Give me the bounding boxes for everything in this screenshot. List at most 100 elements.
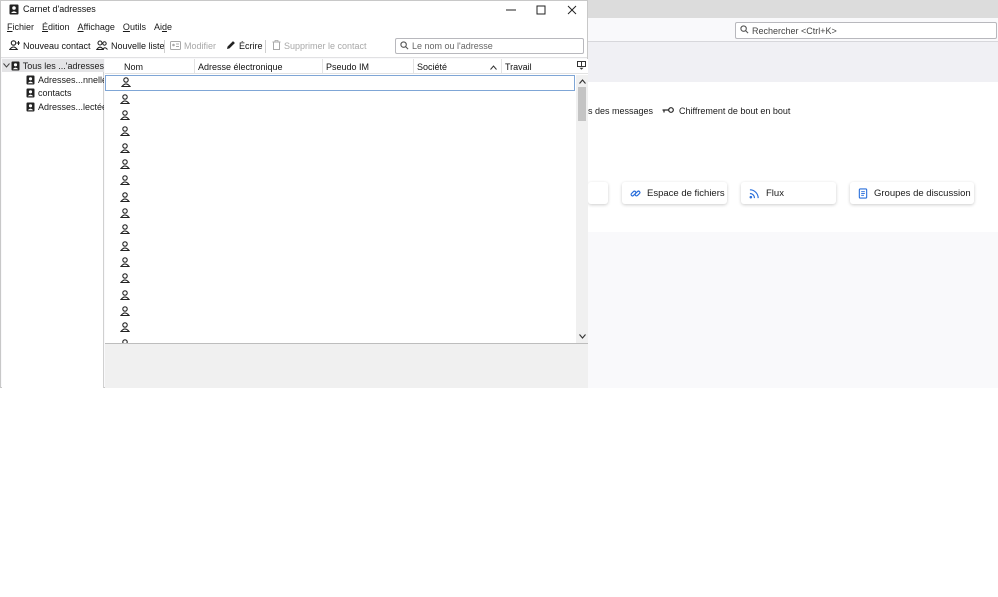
column-name[interactable]: Nom [121, 59, 195, 74]
table-row[interactable] [105, 320, 575, 336]
directory-personal[interactable]: Adresses...nnelles [2, 73, 104, 86]
delete-contact-button[interactable]: Supprimer le contact [272, 39, 367, 53]
chevron-down-icon[interactable] [2, 63, 11, 68]
address-book-icon [26, 75, 35, 85]
pencil-icon [226, 40, 236, 52]
e2e-encryption-label: Chiffrement de bout en bout [679, 106, 791, 116]
column-company-label: Société [417, 61, 448, 72]
table-row[interactable] [105, 124, 575, 140]
close-button[interactable] [557, 1, 587, 19]
contact-icon [119, 273, 131, 285]
contact-icon [119, 306, 131, 318]
partial-card[interactable] [588, 182, 608, 204]
global-search-placeholder: Rechercher <Ctrl+K> [752, 25, 837, 36]
table-row[interactable] [105, 189, 575, 205]
contact-icon [119, 175, 131, 187]
directory-label: Tous les ...'adresses [22, 60, 104, 71]
table-row[interactable] [105, 287, 575, 303]
table-row[interactable] [105, 140, 575, 156]
newsgroups-card[interactable]: Groupes de discussion [850, 182, 974, 204]
menu-tools[interactable]: Outils [123, 22, 146, 32]
directory-label: Adresses...lectées [38, 101, 104, 112]
column-company[interactable]: Société [414, 59, 502, 74]
scroll-down-icon[interactable] [578, 332, 586, 340]
menu-file[interactable]: Fichier [7, 22, 34, 32]
column-work[interactable]: Travail [502, 59, 572, 74]
message-link[interactable]: s des messages [588, 104, 653, 118]
directory-collected[interactable]: Adresses...lectées [2, 100, 104, 113]
feeds-card-label: Flux [766, 187, 784, 199]
table-row[interactable] [105, 75, 575, 92]
menu-view[interactable]: Affichage [78, 22, 115, 32]
contact-icon [119, 322, 131, 334]
contact-rows [105, 75, 575, 343]
table-row[interactable] [105, 157, 575, 173]
table-row[interactable] [105, 238, 575, 254]
column-im-nickname[interactable]: Pseudo IM [323, 59, 414, 74]
menu-help[interactable]: Aide [154, 22, 172, 32]
contact-list: Nom Adresse électronique Pseudo IM Socié… [105, 59, 588, 343]
newsgroups-card-label: Groupes de discussion [874, 187, 971, 199]
delete-contact-label: Supprimer le contact [284, 41, 367, 51]
new-list-icon [95, 40, 108, 52]
column-email[interactable]: Adresse électronique [195, 59, 323, 74]
maximize-button[interactable] [526, 1, 556, 19]
contact-details-pane [105, 343, 588, 388]
new-contact-label: Nouveau contact [23, 41, 91, 51]
column-header: Nom Adresse électronique Pseudo IM Socié… [105, 59, 588, 74]
scrollbar-thumb[interactable] [578, 87, 586, 121]
directory-all-address-books[interactable]: Tous les ...'adresses [2, 59, 104, 72]
close-icon [567, 5, 577, 15]
feeds-card[interactable]: Flux [741, 182, 836, 204]
filelink-card[interactable]: Espace de fichiers [622, 182, 727, 204]
table-row[interactable] [105, 206, 575, 222]
column-email-label: Adresse électronique [198, 61, 283, 72]
window-title: Carnet d'adresses [23, 4, 96, 14]
newsgroup-icon [858, 187, 868, 199]
table-row[interactable] [105, 304, 575, 320]
global-search-input[interactable]: Rechercher <Ctrl+K> [735, 22, 997, 39]
contact-icon [119, 208, 131, 220]
contact-search-input[interactable] [412, 41, 577, 51]
e2e-encryption-link[interactable]: Chiffrement de bout en bout [662, 104, 790, 118]
edit-button[interactable]: Modifier [170, 39, 216, 53]
link-icon [630, 188, 641, 199]
scroll-up-icon[interactable] [578, 77, 586, 85]
new-contact-icon [8, 40, 20, 52]
column-picker-icon[interactable] [577, 61, 587, 71]
edit-card-icon [170, 40, 181, 52]
sort-ascending-icon [490, 62, 497, 72]
table-row[interactable] [105, 222, 575, 238]
table-row[interactable] [105, 91, 575, 107]
table-row[interactable] [105, 255, 575, 271]
contact-icon [120, 77, 132, 89]
table-row[interactable] [105, 108, 575, 124]
rss-icon [749, 188, 760, 199]
vertical-scrollbar[interactable] [576, 75, 588, 343]
write-label: Écrire [239, 41, 263, 51]
table-row[interactable] [105, 173, 575, 189]
contact-icon [119, 93, 131, 106]
menu-edit[interactable]: Édition [42, 22, 70, 32]
table-row[interactable] [105, 271, 575, 287]
directory-tree: Tous les ...'adresses Adresses...nnelles… [2, 59, 104, 388]
contact-search-box[interactable] [395, 38, 584, 54]
contact-icon [119, 224, 131, 236]
contact-icon [119, 191, 131, 204]
contact-icon [119, 126, 131, 138]
directory-contacts[interactable]: contacts [2, 86, 104, 99]
address-book-icon [11, 61, 20, 71]
contact-icon [119, 289, 131, 302]
minimize-button[interactable] [496, 1, 526, 19]
contact-icon [119, 159, 131, 171]
new-list-button[interactable]: Nouvelle liste [95, 39, 165, 53]
toolbar-separator [164, 40, 165, 53]
address-book-icon [9, 4, 19, 15]
new-contact-button[interactable]: Nouveau contact [8, 39, 91, 53]
menu-view-rest: ffichage [83, 21, 115, 32]
contact-icon [119, 240, 131, 253]
directory-label: Adresses...nnelles [38, 74, 104, 85]
write-button[interactable]: Écrire [226, 39, 263, 53]
directory-label: contacts [38, 87, 72, 98]
message-link-label: s des messages [588, 106, 654, 116]
